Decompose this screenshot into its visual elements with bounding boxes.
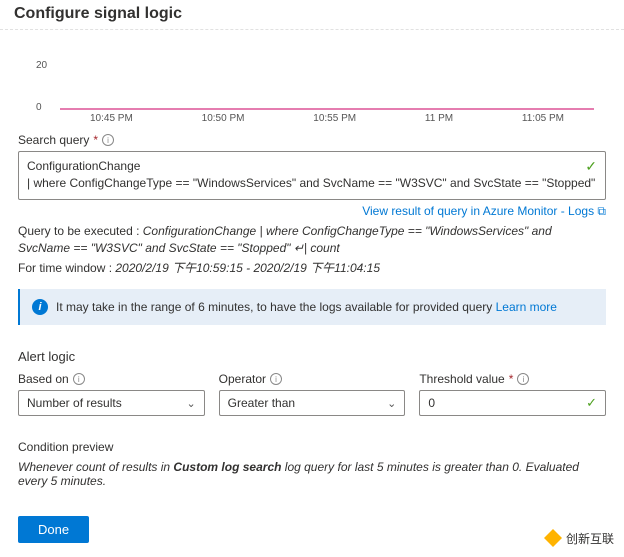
alert-logic-header: Alert logic	[0, 335, 624, 364]
page-title: Configure signal logic	[14, 5, 182, 22]
x-tick: 10:55 PM	[313, 113, 356, 124]
info-icon: i	[32, 299, 48, 315]
info-banner: i It may take in the range of 6 minutes,…	[18, 289, 606, 325]
query-line: | where ConfigChangeType == "WindowsServ…	[27, 175, 597, 192]
alert-logic-form: Based on i Number of results ⌄ Operator …	[0, 364, 624, 416]
y-tick: 20	[36, 60, 47, 71]
watermark: 创新互联	[540, 527, 618, 549]
y-tick: 0	[36, 102, 42, 113]
learn-more-link[interactable]: Learn more	[496, 300, 557, 314]
x-tick: 11 PM	[425, 113, 453, 124]
required-marker: *	[93, 133, 98, 147]
info-icon[interactable]: i	[102, 134, 114, 146]
search-query-section: Search query * i ConfigurationChange | w…	[0, 125, 624, 200]
threshold-input[interactable]: 0 ✓	[419, 390, 606, 416]
external-link-icon: ⧉	[597, 204, 606, 218]
info-icon[interactable]: i	[73, 373, 85, 385]
done-button[interactable]: Done	[18, 516, 89, 543]
view-result-link[interactable]: View result of query in Azure Monitor - …	[362, 204, 606, 218]
required-marker: *	[509, 372, 514, 386]
x-axis: 10:45 PM 10:50 PM 10:55 PM 11 PM 11:05 P…	[60, 113, 594, 124]
search-query-label: Search query * i	[18, 133, 606, 147]
threshold-field: Threshold value * i 0 ✓	[419, 372, 606, 416]
x-tick: 10:45 PM	[90, 113, 133, 124]
info-icon[interactable]: i	[517, 373, 529, 385]
info-icon[interactable]: i	[270, 373, 282, 385]
page-header: Configure signal logic	[0, 0, 624, 30]
search-query-input[interactable]: ConfigurationChange | where ConfigChange…	[18, 151, 606, 200]
watermark-text: 创新互联	[566, 530, 614, 547]
chevron-down-icon: ⌄	[387, 397, 396, 410]
based-on-select[interactable]: Number of results ⌄	[18, 390, 205, 416]
chevron-down-icon: ⌄	[186, 397, 195, 410]
watermark-logo-icon	[544, 529, 562, 547]
operator-field: Operator i Greater than ⌄	[219, 372, 406, 416]
x-tick: 10:50 PM	[202, 113, 245, 124]
result-chart: 20 0 10:45 PM 10:50 PM 10:55 PM 11 PM 11…	[0, 30, 624, 125]
condition-preview-header: Condition preview	[0, 416, 624, 454]
operator-select[interactable]: Greater than ⌄	[219, 390, 406, 416]
time-window-text: For time window : 2020/2/19 下午10:59:15 -…	[0, 256, 624, 277]
condition-preview-text: Whenever count of results in Custom log …	[0, 454, 624, 488]
banner-text: It may take in the range of 6 minutes, t…	[56, 300, 557, 314]
based-on-field: Based on i Number of results ⌄	[18, 372, 205, 416]
chart-line	[60, 108, 594, 110]
view-result-row: View result of query in Azure Monitor - …	[0, 200, 624, 219]
x-tick: 11:05 PM	[522, 113, 564, 124]
check-icon: ✓	[586, 395, 597, 411]
check-icon: ✓	[585, 156, 597, 176]
executed-query-text: Query to be executed : ConfigurationChan…	[0, 219, 624, 257]
query-line: ConfigurationChange	[27, 158, 597, 175]
